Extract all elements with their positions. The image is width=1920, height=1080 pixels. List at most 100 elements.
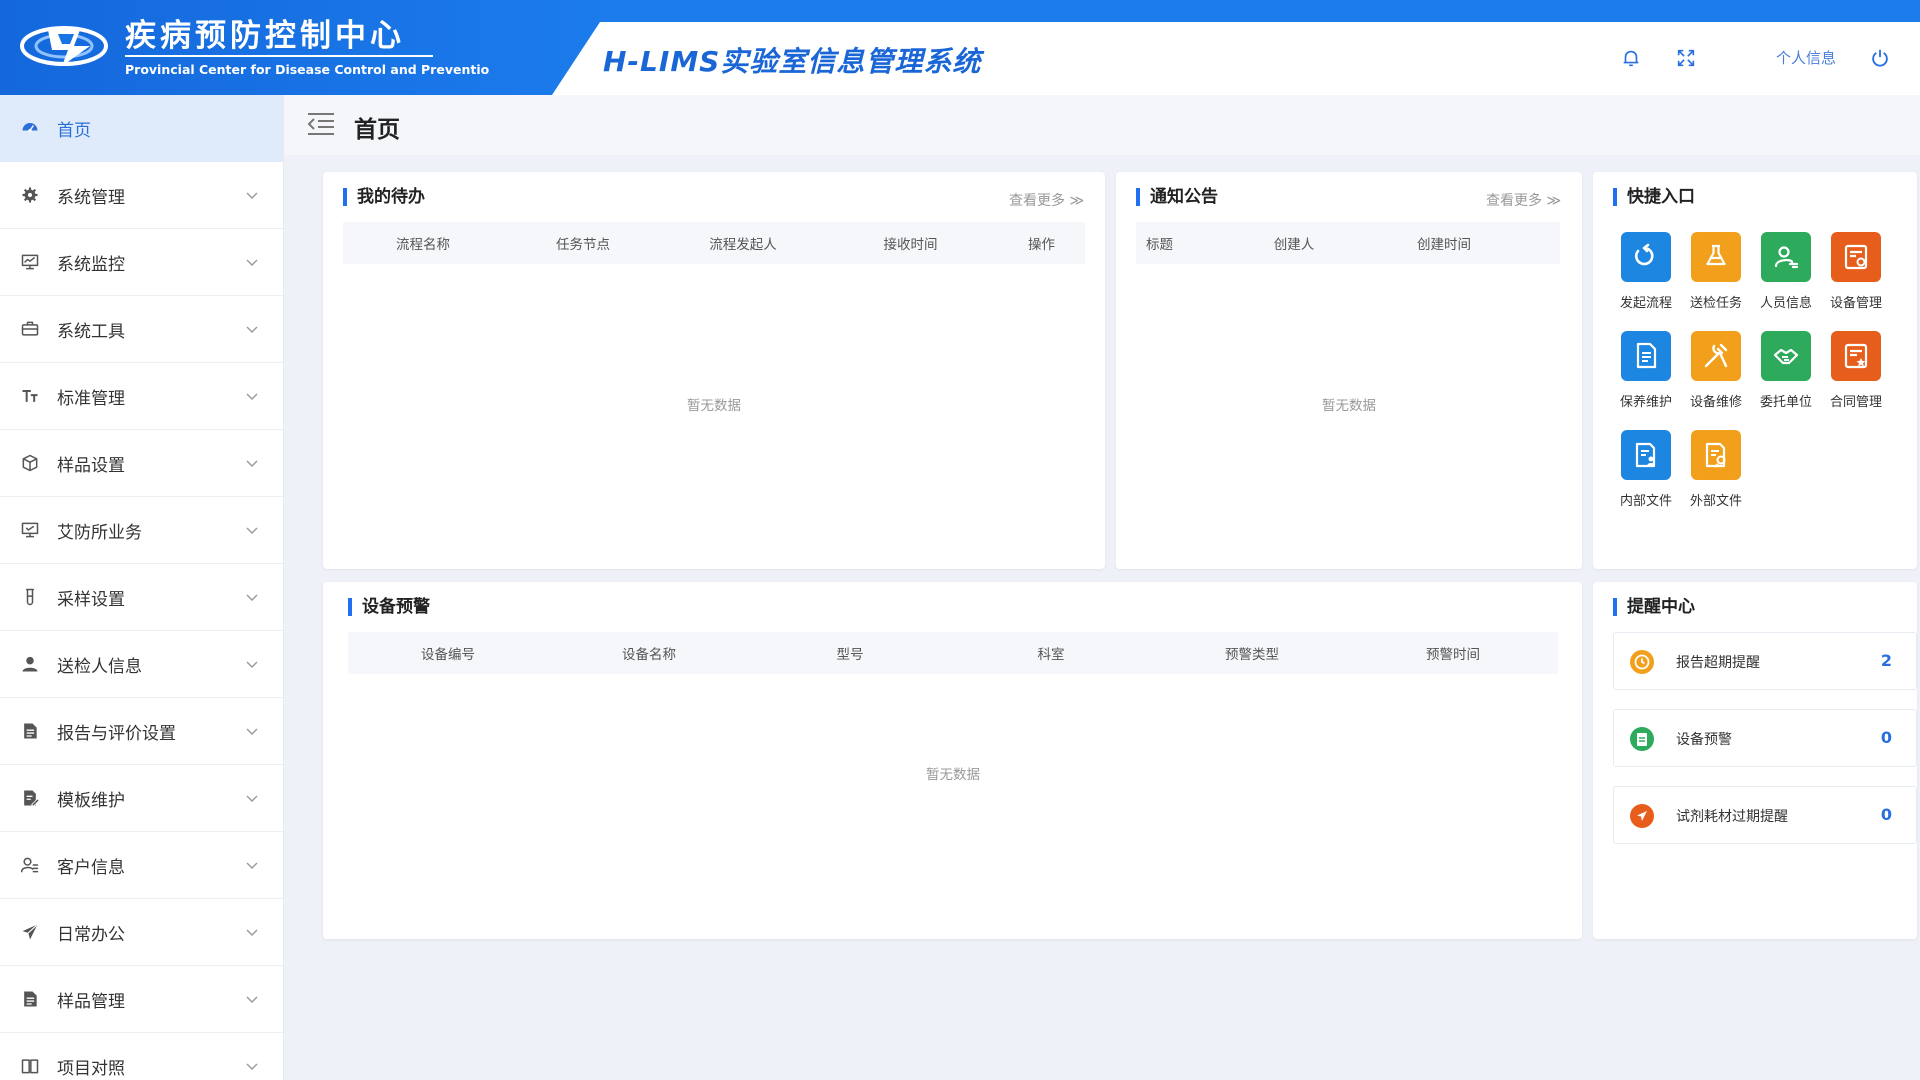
quick-entry-label: 设备维修: [1689, 395, 1742, 410]
refresh-icon: [1634, 243, 1654, 266]
warning-table-header: 设备编号 设备名称 型号 科室 预警类型 预警时间: [348, 632, 1558, 674]
todo-col-header: 流程名称: [396, 237, 450, 253]
reminder-label: 报告超期提醒: [1676, 655, 1760, 671]
user-icon: [22, 656, 38, 672]
internal-doc-icon: [1635, 442, 1656, 468]
sidebar-item[interactable]: 项目对照: [0, 1033, 283, 1080]
sidebar-item[interactable]: 送检人信息: [0, 631, 283, 698]
chevron-down-icon: [246, 795, 258, 802]
quick-entry-item[interactable]: 合同管理: [1823, 331, 1889, 410]
monitor-icon: [21, 254, 39, 270]
quick-entry-item[interactable]: 设备管理: [1823, 232, 1889, 311]
quick-entry-tile: [1621, 232, 1671, 282]
warning-col-header: 预警时间: [1426, 647, 1480, 663]
sidebar-item[interactable]: 系统管理: [0, 162, 283, 229]
todo-more-link[interactable]: 查看更多 ≫: [1009, 190, 1084, 210]
todo-empty-text: 暂无数据: [687, 398, 741, 414]
sidebar-item-label: 模板维护: [57, 790, 125, 811]
reminder-title: 提醒中心: [1613, 598, 1695, 616]
quick-entry-label: 外部文件: [1689, 494, 1742, 509]
todo-more-label: 查看更多: [1009, 193, 1065, 209]
notice-col-header: 创建时间: [1417, 237, 1471, 253]
clock-icon: [1634, 654, 1650, 670]
sidebar-item[interactable]: 系统监控: [0, 229, 283, 296]
sidebar-item[interactable]: 艾防所业务: [0, 497, 283, 564]
sidebar-item[interactable]: 样品管理: [0, 966, 283, 1033]
notice-title: 通知公告: [1136, 188, 1218, 206]
profile-link[interactable]: 个人信息: [1776, 47, 1836, 68]
system-title: H-LIMS实验室信息管理系统: [603, 45, 982, 78]
todo-col-header: 接收时间: [883, 237, 938, 253]
device-warning-title: 设备预警: [348, 598, 430, 616]
device-warning-panel: 设备预警 设备编号 设备名称 型号 科室 预警类型 预警时间 暂无数据: [323, 582, 1582, 939]
sidebar-item-label: 送检人信息: [57, 656, 142, 677]
quick-entry-tile: [1621, 430, 1671, 480]
book-icon: [21, 1059, 39, 1074]
bell-icon[interactable]: [1620, 47, 1642, 69]
toolbox-icon: [21, 321, 39, 336]
reminder-item[interactable]: 设备预警 0: [1613, 709, 1917, 767]
sidebar-item[interactable]: 标准管理: [0, 363, 283, 430]
notice-col-header: 创建人: [1273, 237, 1315, 253]
menu-collapse-icon[interactable]: [306, 111, 336, 137]
clipboard-icon: [1637, 733, 1647, 746]
quick-entry-panel: 快捷入口 发起流程 送检任务 人员信息 设备管理保养维护 设备维修 委托单位 合同管理内部文…: [1593, 172, 1917, 569]
sidebar-item[interactable]: 首页: [0, 95, 283, 162]
quick-entry-tile: [1691, 331, 1741, 381]
device-settings-icon: [1844, 244, 1868, 270]
tools-icon: [1704, 343, 1728, 368]
chevron-down-icon: [246, 594, 258, 601]
sidebar-item-label: 艾防所业务: [57, 522, 142, 543]
quick-entry-item[interactable]: 送检任务: [1683, 232, 1749, 311]
person-card-icon: [1774, 246, 1799, 269]
quick-entry-item[interactable]: 设备维修: [1683, 331, 1749, 410]
reminder-item[interactable]: 报告超期提醒 2: [1613, 632, 1917, 690]
notice-more-link[interactable]: 查看更多 ≫: [1486, 190, 1561, 210]
chevron-down-icon: [246, 460, 258, 467]
sidebar-item[interactable]: 采样设置: [0, 564, 283, 631]
logo-divider: [125, 55, 433, 57]
notice-col-header: 标题: [1146, 237, 1173, 253]
chevron-down-icon: [246, 259, 258, 266]
chevron-down-icon: [246, 192, 258, 199]
chevron-down-icon: [246, 393, 258, 400]
quick-entry-item[interactable]: 保养维护: [1613, 331, 1679, 410]
quick-entry-label: 委托单位: [1759, 395, 1812, 410]
sidebar-item[interactable]: 客户信息: [0, 832, 283, 899]
dashboard-icon: [22, 123, 38, 133]
fullscreen-icon[interactable]: [1675, 47, 1697, 69]
quick-entry-item[interactable]: 内部文件: [1613, 430, 1679, 509]
sidebar-item[interactable]: 模板维护: [0, 765, 283, 832]
sidebar-item[interactable]: 样品设置: [0, 430, 283, 497]
quick-entry-item[interactable]: 外部文件: [1683, 430, 1749, 509]
reminder-icon-badge: [1630, 727, 1654, 751]
quick-entry-label: 送检任务: [1689, 296, 1742, 311]
quick-entry-label: 设备管理: [1829, 296, 1882, 311]
sidebar-item-label: 报告与评价设置: [57, 723, 176, 744]
reminder-icon-badge: [1630, 804, 1654, 828]
notice-empty-text: 暂无数据: [1322, 398, 1376, 414]
box-icon: [22, 454, 38, 472]
sidebar-item-label: 系统管理: [57, 187, 125, 208]
quick-entry-item[interactable]: 委托单位: [1753, 331, 1819, 410]
sidebar-item-label: 采样设置: [57, 589, 125, 610]
warning-col-header: 设备编号: [421, 647, 475, 663]
sidebar-item[interactable]: 日常办公: [0, 899, 283, 966]
quick-entry-item[interactable]: 人员信息: [1753, 232, 1819, 311]
quick-entry-title: 快捷入口: [1613, 188, 1695, 206]
sidebar-item-label: 日常办公: [57, 924, 125, 945]
sidebar-item[interactable]: 报告与评价设置: [0, 698, 283, 765]
quick-entry-item[interactable]: 发起流程: [1613, 232, 1679, 311]
sidebar-nav: 首页系统管理系统监控 系统工具 标准管理 样品设置艾防所业务采样设置送检人信息报告与评…: [0, 95, 284, 1080]
power-icon[interactable]: [1869, 47, 1891, 69]
edit-doc-icon: [24, 790, 40, 807]
warning-col-header: 型号: [836, 647, 864, 663]
sidebar-item-label: 项目对照: [57, 1058, 125, 1079]
reminder-icon-badge: [1630, 650, 1654, 674]
send-icon: [1637, 811, 1647, 821]
todo-col-header: 流程发起人: [709, 237, 777, 253]
flask-icon: [1706, 244, 1726, 266]
text-size-icon: [22, 390, 38, 402]
sidebar-item[interactable]: 系统工具: [0, 296, 283, 363]
reminder-item[interactable]: 试剂耗材过期提醒 0: [1613, 786, 1917, 844]
